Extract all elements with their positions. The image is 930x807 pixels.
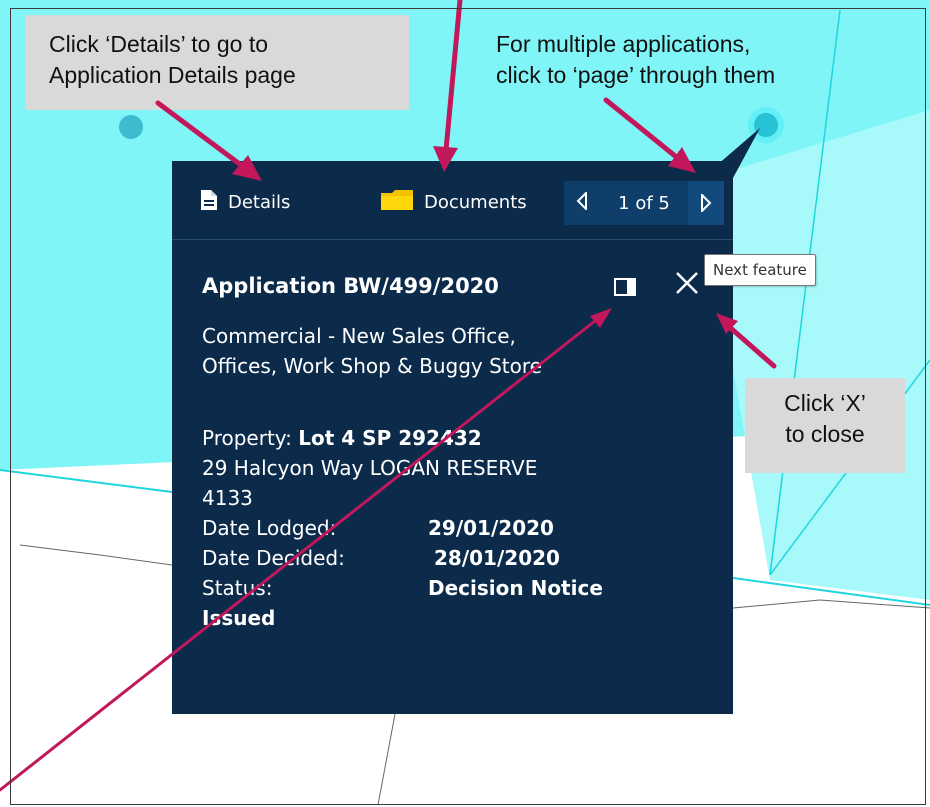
status-value: Decision Notice <box>428 576 603 600</box>
screenshot-stage: Click ‘Details’ to go to Application Det… <box>0 0 930 807</box>
status-row: Status: Decision Notice <box>202 573 712 603</box>
documents-label: Documents <box>424 191 527 213</box>
documents-button[interactable]: Documents <box>380 189 527 215</box>
previous-feature-button[interactable] <box>564 190 600 214</box>
status-label: Status: <box>202 576 273 600</box>
date-decided-value: 28/01/2020 <box>434 546 560 570</box>
popup-content: Application BW/499/2020 Commercial - New… <box>202 273 712 633</box>
property-row: Property: Lot 4 SP 292432 <box>202 423 712 453</box>
callout-close: Click ‘X’ to close <box>745 378 905 473</box>
next-feature-tooltip: Next feature <box>704 254 816 286</box>
popup-title: Application BW/499/2020 <box>202 274 499 298</box>
folder-icon <box>380 189 414 216</box>
callout-pager: For multiple applications, click to ‘pag… <box>496 29 896 91</box>
description-line: Commercial - New Sales Office, <box>202 324 516 348</box>
description-line: Offices, Work Shop & Buggy Store <box>202 354 542 378</box>
callout-text: to close <box>785 421 865 447</box>
date-decided-label: Date Decided: <box>202 546 345 570</box>
date-lodged-label: Date Lodged: <box>202 516 337 540</box>
callout-text: Application Details page <box>49 62 296 88</box>
selected-point-marker[interactable] <box>754 113 778 137</box>
pager-count: 1 of 5 <box>618 192 670 214</box>
date-lodged-value: 29/01/2020 <box>428 516 554 540</box>
caret-right-icon <box>700 194 712 212</box>
callout-text: Click ‘Details’ to go to <box>49 31 269 57</box>
callout-text: click to ‘page’ through them <box>496 62 776 88</box>
details-button[interactable]: Details <box>200 189 290 215</box>
callout-text: Click ‘X’ <box>784 390 866 416</box>
status-row-continued: Issued <box>202 603 712 633</box>
callout-details: Click ‘Details’ to go to Application Det… <box>25 15 409 110</box>
feature-pager: 1 of 5 <box>564 181 724 225</box>
details-label: Details <box>228 191 291 213</box>
address-line: 4133 <box>202 486 253 510</box>
property-label: Property: <box>202 426 292 450</box>
date-decided-row: Date Decided: 28/01/2020 <box>202 543 712 573</box>
callout-text: For multiple applications, <box>496 31 751 57</box>
application-point-marker[interactable] <box>119 115 143 139</box>
feature-popup: Details Documents 1 of 5 Application BW/… <box>172 161 733 714</box>
address-line: 29 Halcyon Way LOGAN RESERVE <box>202 456 538 480</box>
property-value: Lot 4 SP 292432 <box>298 426 482 450</box>
popup-toolbar: Details Documents 1 of 5 <box>172 161 733 240</box>
status-value-continued: Issued <box>202 606 276 630</box>
document-icon <box>200 189 218 216</box>
next-feature-button[interactable] <box>687 181 724 225</box>
caret-left-icon <box>576 190 587 212</box>
date-lodged-row: Date Lodged: 29/01/2020 <box>202 513 712 543</box>
